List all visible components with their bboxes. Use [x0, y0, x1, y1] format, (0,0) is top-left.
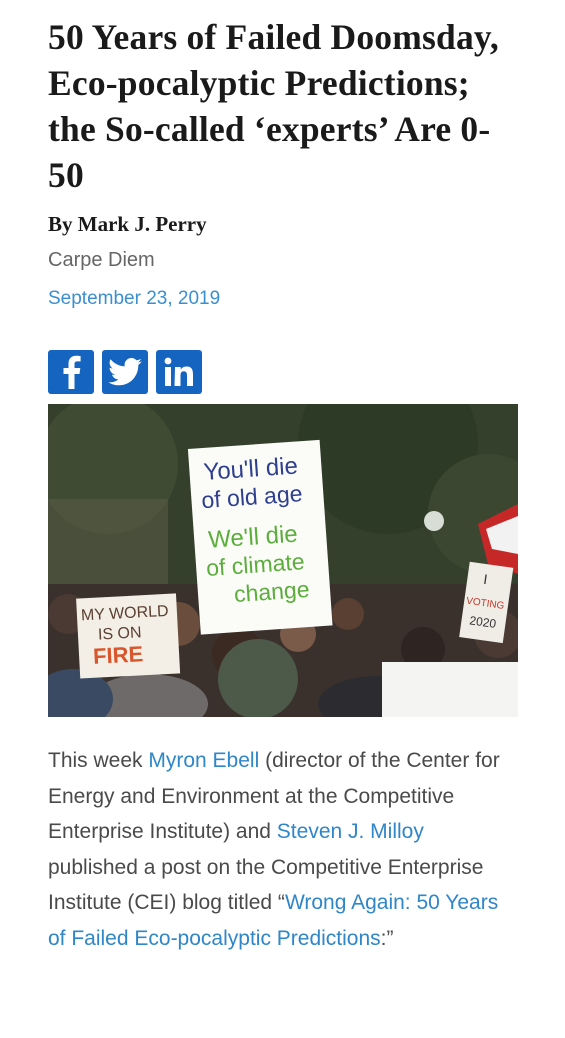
linkedin-share-button[interactable] — [156, 350, 202, 394]
article-source[interactable]: Carpe Diem — [48, 249, 517, 272]
myron-ebell-link[interactable]: Myron Ebell — [148, 749, 259, 772]
sign-main-line5: change — [233, 576, 310, 607]
article-byline: By Mark J. Perry — [48, 212, 207, 236]
sign-left-line3: FIRE — [92, 641, 143, 669]
facebook-icon — [63, 355, 81, 389]
body-text: :” — [380, 926, 394, 950]
twitter-icon — [108, 358, 142, 386]
twitter-share-button[interactable] — [102, 350, 148, 394]
share-bar — [48, 350, 517, 394]
body-text: This week — [48, 749, 149, 772]
article-title: 50 Years of Failed Doomsday, Eco-pocalyp… — [48, 17, 499, 195]
article-container: 50 Years of Failed Doomsday, Eco-pocalyp… — [0, 14, 565, 956]
steven-milloy-link[interactable]: Steven J. Milloy — [277, 820, 424, 843]
facebook-share-button[interactable] — [48, 350, 94, 394]
article-photo: You'll die of old age We'll die of clima… — [48, 404, 518, 717]
linkedin-icon — [164, 357, 193, 386]
article-date: September 23, 2019 — [48, 288, 221, 309]
article-body: This week Myron Ebell (director of the C… — [48, 743, 517, 956]
protest-photo-illustration: You'll die of old age We'll die of clima… — [48, 404, 518, 717]
